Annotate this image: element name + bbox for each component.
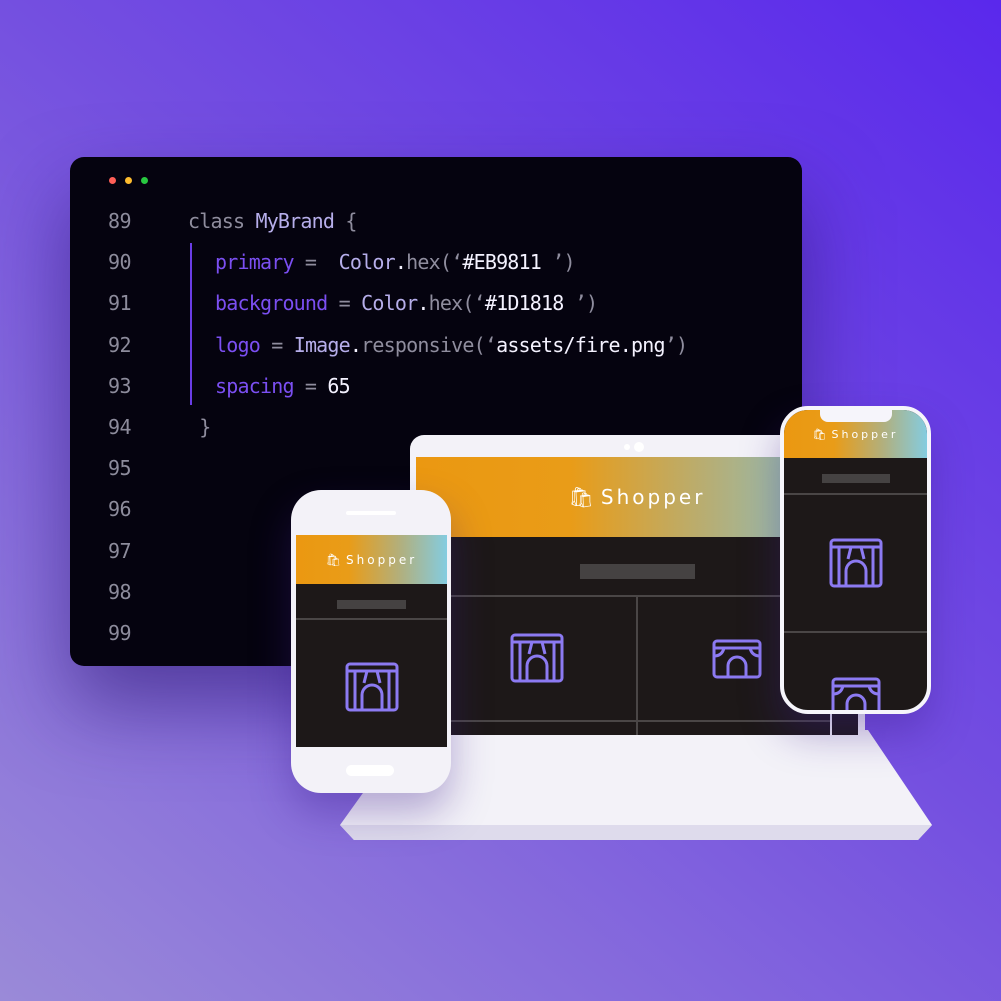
- phone-speaker: [346, 511, 396, 515]
- pants-icon: [345, 662, 399, 712]
- shorts-icon: [831, 677, 881, 710]
- line-number: 94: [108, 415, 132, 439]
- code-token: .: [349, 332, 362, 357]
- brand-logo-text: Shopper: [600, 485, 706, 509]
- line-number: 91: [108, 291, 132, 316]
- code-token: ’): [664, 332, 688, 357]
- code-token: {: [334, 209, 357, 233]
- line-number: 90: [108, 250, 132, 275]
- code-token: #EB9811: [462, 250, 542, 275]
- code-token: assets/fire.png: [496, 332, 665, 357]
- title-placeholder: [337, 600, 406, 609]
- code-token: MyBrand: [255, 209, 335, 233]
- divider: [636, 595, 638, 735]
- title-placeholder: [580, 564, 695, 579]
- brand-logo-text: Shopper: [831, 427, 899, 441]
- home-button: [346, 765, 394, 776]
- indent-guide: [190, 243, 192, 405]
- code-token: Image: [293, 332, 351, 357]
- divider: [296, 618, 447, 620]
- code-token: =: [259, 332, 294, 357]
- phone-right: 🛍 Shopper: [780, 406, 931, 714]
- line-number: 95: [108, 456, 132, 481]
- code-token: hex(‘: [428, 291, 486, 316]
- code-token: responsive(‘: [361, 332, 497, 357]
- code-line: }: [188, 415, 211, 439]
- laptop-camera: [634, 442, 644, 452]
- code-line: background = Color.hex(‘#1D1818 ’): [215, 291, 598, 316]
- shopping-bag-fire-icon: 🛍: [568, 485, 597, 509]
- line-number: 93: [108, 373, 132, 398]
- phone-screen: 🛍 Shopper: [296, 535, 447, 747]
- code-token: spacing: [215, 373, 294, 398]
- shorts-icon: [712, 639, 762, 679]
- code-token: =: [293, 373, 328, 398]
- minimize-dot: [125, 177, 132, 184]
- pants-icon: [829, 538, 883, 588]
- line-number: 92: [108, 332, 132, 357]
- code-token: .: [417, 291, 429, 316]
- code-token: #1D1818: [484, 291, 564, 316]
- shopping-bag-fire-icon: 🛍: [812, 427, 830, 441]
- close-dot: [109, 177, 116, 184]
- code-token: ’): [541, 250, 575, 275]
- shopping-bag-fire-icon: 🛍: [325, 552, 345, 567]
- line-number: 99: [108, 621, 132, 645]
- code-token: Color: [361, 291, 418, 316]
- phone-left: 🛍 Shopper: [291, 490, 451, 793]
- pants-icon: [510, 633, 564, 683]
- code-token: =: [327, 291, 362, 316]
- code-token: =: [293, 250, 339, 275]
- brand-logo-text: Shopper: [346, 552, 418, 567]
- maximize-dot: [141, 177, 148, 184]
- line-number: 98: [108, 579, 132, 604]
- site-header: 🛍 Shopper: [296, 535, 447, 584]
- divider: [784, 631, 927, 633]
- divider: [450, 720, 858, 722]
- laptop-sensor: [624, 444, 630, 450]
- code-token: hex(‘: [406, 250, 463, 275]
- code-token: Color: [338, 250, 396, 275]
- code-token: background: [215, 291, 328, 316]
- line-number: 97: [108, 538, 132, 563]
- code-line: logo = Image.responsive(‘assets/fire.png…: [215, 332, 688, 357]
- code-line: class MyBrand {: [188, 209, 357, 233]
- code-token: ’): [563, 291, 598, 316]
- code-line: spacing = 65: [215, 373, 351, 398]
- line-number: 89: [108, 209, 132, 233]
- code-line: primary = Color.hex(‘#EB9811 ’): [215, 250, 576, 275]
- line-number: 96: [108, 497, 132, 522]
- phone-notch: [820, 410, 892, 422]
- code-token: .: [394, 250, 407, 275]
- divider: [784, 493, 927, 495]
- code-token: logo: [215, 332, 261, 357]
- code-token: class: [188, 209, 256, 233]
- code-token: 65: [327, 373, 350, 398]
- title-placeholder: [822, 474, 890, 483]
- code-token: }: [188, 415, 211, 439]
- code-token: primary: [215, 250, 294, 275]
